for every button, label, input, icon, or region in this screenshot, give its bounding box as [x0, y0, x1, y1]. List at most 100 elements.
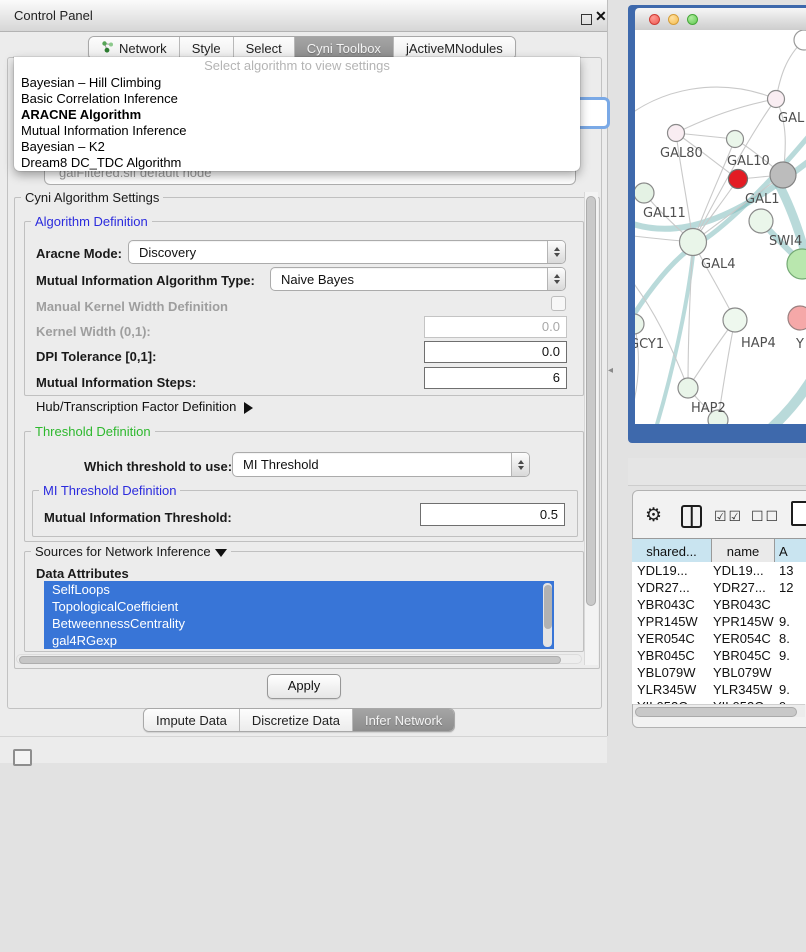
- column-header-name[interactable]: name: [712, 539, 775, 563]
- menu-item-basic-correlation[interactable]: Basic Correlation Inference: [14, 91, 580, 107]
- network-node-gal1[interactable]: [729, 170, 748, 189]
- list-item-gal4rgexp[interactable]: gal4RGexp: [44, 632, 554, 649]
- table-cell: YER054C: [712, 630, 775, 647]
- float-window-icon[interactable]: [581, 14, 592, 25]
- docked-panel-icon[interactable]: [13, 749, 32, 766]
- table-row[interactable]: YDR27...YDR27...12: [632, 579, 806, 596]
- network-node-gal[interactable]: [768, 91, 785, 108]
- mi-steps-field[interactable]: 6: [424, 367, 567, 389]
- settings-horizontal-scrollbar[interactable]: [16, 654, 582, 664]
- network-edge-thick[interactable]: [743, 377, 806, 424]
- network-node-swi4[interactable]: [749, 209, 773, 233]
- kernel-width-label: Kernel Width (0,1):: [36, 324, 151, 339]
- which-threshold-combo[interactable]: MI Threshold: [232, 452, 530, 477]
- settings-group-title: Cyni Algorithm Settings: [21, 190, 163, 205]
- manual-kernel-checkbox[interactable]: [551, 296, 566, 311]
- node-label: GCY1: [635, 337, 664, 352]
- minimize-traffic-light-icon[interactable]: [668, 14, 679, 25]
- node-label: SWI4: [769, 234, 802, 249]
- table-cell: 8.: [775, 630, 806, 647]
- table-row[interactable]: YBR043CYBR043C: [632, 596, 806, 613]
- tab-cyni-toolbox[interactable]: Cyni Toolbox: [294, 37, 393, 59]
- scrollbar-thumb[interactable]: [635, 707, 797, 717]
- table-row[interactable]: YDL19...YDL19...13: [632, 562, 806, 579]
- aracne-mode-combo[interactable]: Discovery: [128, 240, 566, 264]
- network-node[interactable]: [770, 162, 796, 188]
- kernel-width-field[interactable]: 0.0: [424, 316, 567, 338]
- table-cell: YPR145W: [712, 613, 775, 630]
- list-item-betweennesscentrality[interactable]: BetweennessCentrality: [44, 615, 554, 632]
- list-item-topologicalcoefficient[interactable]: TopologicalCoefficient: [44, 598, 554, 615]
- table-body: YDL19...YDL19...13YDR27...YDR27...12YBR0…: [632, 562, 806, 704]
- menu-item-aracne[interactable]: ARACNE Algorithm: [14, 107, 580, 123]
- scrollbar-thumb[interactable]: [544, 585, 552, 629]
- close-traffic-light-icon[interactable]: [649, 14, 660, 25]
- mi-threshold-label: Mutual Information Threshold:: [44, 510, 232, 525]
- table-row[interactable]: YBL079WYBL079W: [632, 664, 806, 681]
- tab-jactivemnodules[interactable]: jActiveMNodules: [393, 37, 515, 59]
- network-node-gal80[interactable]: [668, 125, 685, 142]
- scrollbar-thumb[interactable]: [586, 196, 596, 606]
- column-header-shared-name[interactable]: shared...: [632, 539, 712, 563]
- table-cell: YLR345W: [632, 681, 712, 698]
- network-node-gcy1[interactable]: [635, 314, 644, 334]
- network-node-y[interactable]: [788, 306, 806, 330]
- menu-item-dream8[interactable]: Dream8 DC_TDC Algorithm: [14, 155, 580, 171]
- columns-icon[interactable]: [681, 505, 702, 528]
- table-horizontal-scrollbar[interactable]: [633, 704, 805, 717]
- table-header: shared... name A: [632, 538, 806, 564]
- apply-button[interactable]: Apply: [267, 674, 341, 699]
- hub-definition-expander[interactable]: Hub/Transcription Factor Definition: [36, 399, 253, 414]
- mi-steps-label: Mutual Information Steps:: [36, 375, 196, 390]
- menu-item-bayesian-k2[interactable]: Bayesian – K2: [14, 139, 580, 155]
- combo-stepper-icon: [547, 241, 565, 263]
- panel-divider-grip[interactable]: ◂: [608, 365, 613, 376]
- deselect-all-icon[interactable]: ☐☐: [751, 508, 780, 525]
- tab-style[interactable]: Style: [179, 37, 233, 59]
- select-all-icon[interactable]: ☑☑: [714, 508, 743, 525]
- menu-item-mutual-information[interactable]: Mutual Information Inference: [14, 123, 580, 139]
- table-cell: 12: [775, 579, 806, 596]
- dpi-tolerance-field[interactable]: 0.0: [424, 341, 567, 363]
- network-edge-thick[interactable]: [635, 131, 806, 335]
- network-node-gal11[interactable]: [635, 183, 654, 203]
- network-window-titlebar[interactable]: [635, 8, 806, 31]
- tab-network[interactable]: Network: [89, 37, 179, 59]
- network-graph[interactable]: GALGAL80GAL10GAL1GAL11SWI4GAL4GCY1YHAP4H…: [635, 30, 806, 424]
- sources-title[interactable]: Sources for Network Inference: [31, 544, 231, 559]
- mi-type-combo[interactable]: Naive Bayes: [270, 267, 566, 291]
- network-node[interactable]: [794, 30, 806, 50]
- column-header-a[interactable]: A: [775, 539, 806, 563]
- algorithm-definition-title: Algorithm Definition: [31, 214, 152, 229]
- node-label: GAL80: [660, 146, 703, 161]
- settings-vertical-scrollbar[interactable]: [584, 192, 598, 665]
- mi-threshold-field[interactable]: 0.5: [420, 503, 565, 526]
- node-label: GAL1: [745, 192, 779, 207]
- node-label: GAL10: [727, 154, 770, 169]
- zoom-traffic-light-icon[interactable]: [687, 14, 698, 25]
- tab-impute-data[interactable]: Impute Data: [144, 709, 239, 731]
- tab-infer-network[interactable]: Infer Network: [352, 709, 454, 731]
- collapse-arrow-icon: [215, 549, 227, 557]
- network-node-hap2[interactable]: [678, 378, 698, 398]
- network-node-gal10[interactable]: [727, 131, 744, 148]
- close-icon[interactable]: ✕: [595, 8, 607, 25]
- attributes-scrollbar[interactable]: [543, 583, 552, 647]
- list-item-selfloops[interactable]: SelfLoops: [44, 581, 554, 598]
- table-cell: YBL079W: [712, 664, 775, 681]
- tab-discretize-data[interactable]: Discretize Data: [239, 709, 352, 731]
- tab-select[interactable]: Select: [233, 37, 294, 59]
- network-node-gal4[interactable]: [680, 229, 707, 256]
- network-canvas[interactable]: GALGAL80GAL10GAL1GAL11SWI4GAL4GCY1YHAP4H…: [635, 30, 806, 424]
- table-row[interactable]: YER054CYER054C8.: [632, 630, 806, 647]
- network-edge[interactable]: [676, 99, 776, 133]
- table-row[interactable]: YBR045CYBR045C9.: [632, 647, 806, 664]
- network-node-hap4[interactable]: [723, 308, 747, 332]
- export-table-icon[interactable]: [791, 501, 806, 526]
- table-row[interactable]: YLR345WYLR345W9.: [632, 681, 806, 698]
- table-row[interactable]: YPR145WYPR145W9.: [632, 613, 806, 630]
- gear-icon[interactable]: ⚙: [645, 504, 662, 527]
- algorithm-dropdown-menu: Select algorithm to view settings Bayesi…: [14, 57, 580, 171]
- scrollbar-thumb[interactable]: [19, 656, 561, 664]
- menu-item-bayesian-hill-climbing[interactable]: Bayesian – Hill Climbing: [14, 75, 580, 91]
